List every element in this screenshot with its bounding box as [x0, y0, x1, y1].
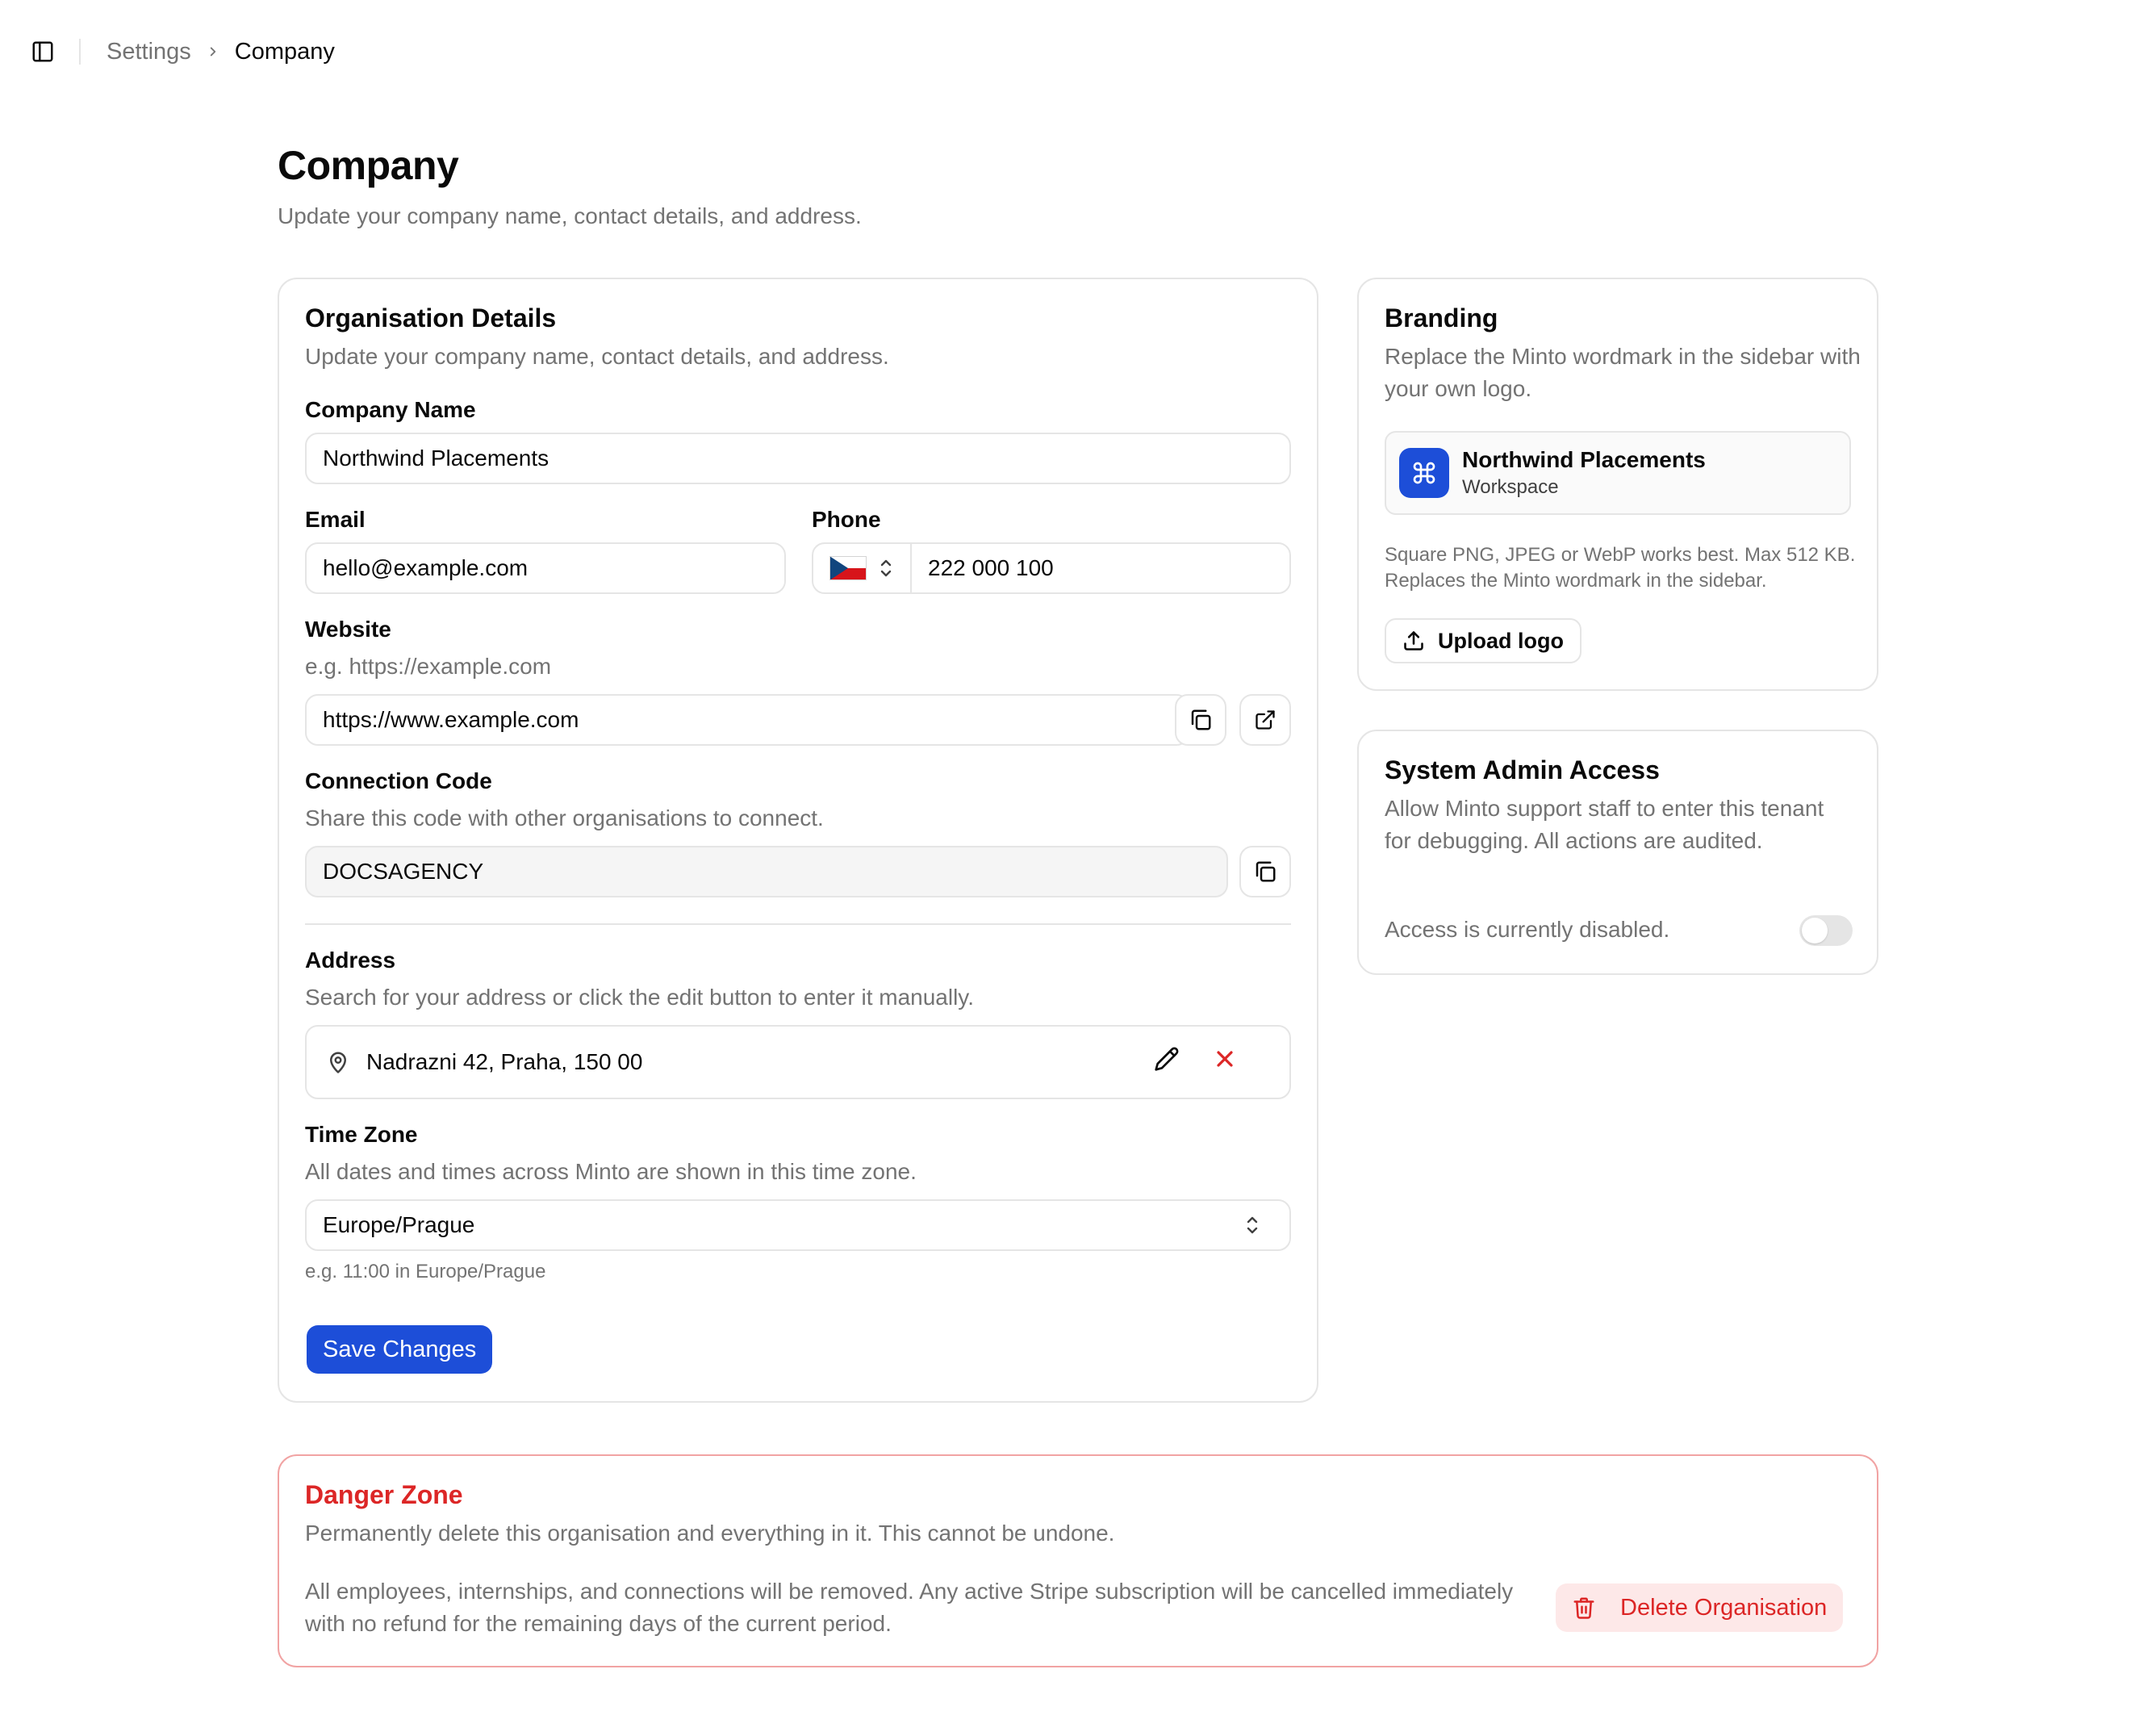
card-description: Permanently delete this organisation and…	[305, 1521, 1115, 1546]
page-title: Company	[278, 143, 459, 188]
phone-label: Phone	[812, 507, 881, 532]
card-description: Update your company name, contact detail…	[305, 344, 889, 369]
organisation-details-card: Organisation Details Update your company…	[278, 278, 1318, 1403]
workspace-subtitle: Workspace	[1462, 476, 1559, 498]
czech-flag-icon	[829, 556, 867, 580]
upload-logo-label: Upload logo	[1438, 628, 1564, 653]
website-input[interactable]: https://www.example.com	[305, 694, 1189, 746]
card-description: Allow Minto support staff to enter this …	[1385, 796, 1824, 853]
save-changes-button[interactable]: Save Changes	[307, 1325, 493, 1374]
card-title: Danger Zone	[305, 1480, 463, 1509]
address-label: Address	[305, 948, 396, 973]
website-help: e.g. https://example.com	[305, 654, 552, 679]
copy-website-button[interactable]	[1175, 694, 1226, 746]
timezone-value: Europe/Prague	[323, 1212, 475, 1237]
trash-icon	[1573, 1597, 1594, 1619]
admin-access-status: Access is currently disabled.	[1385, 917, 1670, 942]
page-header: Company Update your company name, contac…	[278, 142, 862, 229]
timezone-select[interactable]: Europe/Prague	[305, 1199, 1291, 1251]
open-website-button[interactable]	[1239, 694, 1291, 746]
admin-access-toggle[interactable]	[1799, 915, 1853, 946]
connection-code-label: Connection Code	[305, 768, 492, 793]
company-name-input[interactable]: Northwind Placements	[305, 433, 1291, 484]
phone-country-select[interactable]	[813, 544, 912, 592]
delete-organisation-button[interactable]: Delete Organisation	[1556, 1583, 1844, 1632]
map-pin-icon	[330, 1052, 346, 1073]
edit-address-button[interactable]	[1154, 1046, 1180, 1077]
email-input[interactable]: hello@example.com	[305, 542, 786, 594]
address-value: Nadrazni 42, Praha, 150 00	[366, 1049, 643, 1074]
external-link-icon	[1256, 710, 1275, 730]
top-bar: Settings Company	[0, 0, 2156, 103]
timezone-example: e.g. 11:00 in Europe/Prague	[305, 1261, 546, 1282]
section-divider	[305, 923, 1291, 925]
copy-connection-code-button[interactable]	[1239, 846, 1291, 897]
address-field[interactable]: Nadrazni 42, Praha, 150 00	[305, 1025, 1291, 1099]
timezone-label: Time Zone	[305, 1122, 418, 1147]
logo-upload-note: Square PNG, JPEG or WebP works best. Max…	[1385, 544, 1856, 592]
card-title: Organisation Details	[305, 303, 557, 333]
workspace-preview: Northwind Placements Workspace	[1385, 431, 1851, 515]
danger-zone-card: Danger Zone Permanently delete this orga…	[278, 1454, 1878, 1667]
breadcrumb-settings-link[interactable]: Settings	[107, 39, 191, 65]
phone-input-group: 222 000 100	[812, 542, 1291, 594]
clear-address-button[interactable]	[1212, 1046, 1238, 1077]
toggle-knob	[1802, 918, 1828, 943]
email-label: Email	[305, 507, 366, 532]
page-subtitle: Update your company name, contact detail…	[278, 203, 862, 228]
connection-code-field: DOCSAGENCY	[305, 846, 1228, 897]
connection-code-help: Share this code with other organisations…	[305, 805, 824, 830]
website-value: https://www.example.com	[323, 707, 579, 732]
pencil-icon	[1155, 1047, 1179, 1071]
copy-icon	[1191, 709, 1211, 730]
phone-value[interactable]: 222 000 100	[912, 555, 1054, 581]
copy-icon	[1256, 861, 1276, 882]
card-title: Branding	[1385, 303, 1498, 333]
breadcrumb-current: Company	[234, 38, 335, 65]
workspace-name: Northwind Placements	[1462, 447, 1706, 472]
upload-icon	[1404, 631, 1423, 651]
sidebar-toggle-icon[interactable]	[29, 38, 56, 65]
company-name-value: Northwind Placements	[323, 446, 549, 471]
chevrons-up-down-icon	[1247, 1216, 1258, 1234]
branding-card: Branding Replace the Minto wordmark in t…	[1357, 278, 1878, 691]
address-help: Search for your address or click the edi…	[305, 985, 975, 1010]
topbar-divider	[79, 39, 81, 65]
website-label: Website	[305, 617, 391, 642]
chevrons-up-down-icon	[880, 559, 892, 577]
danger-detail: All employees, internships, and connecti…	[305, 1579, 1514, 1636]
connection-code-value: DOCSAGENCY	[323, 859, 484, 884]
chevron-right-icon	[206, 44, 220, 59]
email-value: hello@example.com	[323, 555, 529, 580]
command-icon	[1399, 448, 1449, 498]
company-name-label: Company Name	[305, 397, 476, 422]
card-description: Replace the Minto wordmark in the sideba…	[1385, 344, 1861, 401]
timezone-help: All dates and times across Minto are sho…	[305, 1159, 917, 1184]
breadcrumb: Settings Company	[107, 39, 335, 65]
system-admin-card: System Admin Access Allow Minto support …	[1357, 730, 1878, 975]
delete-organisation-label: Delete Organisation	[1620, 1594, 1828, 1621]
close-icon	[1217, 1051, 1233, 1067]
upload-logo-button[interactable]: Upload logo	[1385, 618, 1581, 663]
card-title: System Admin Access	[1385, 755, 1660, 784]
